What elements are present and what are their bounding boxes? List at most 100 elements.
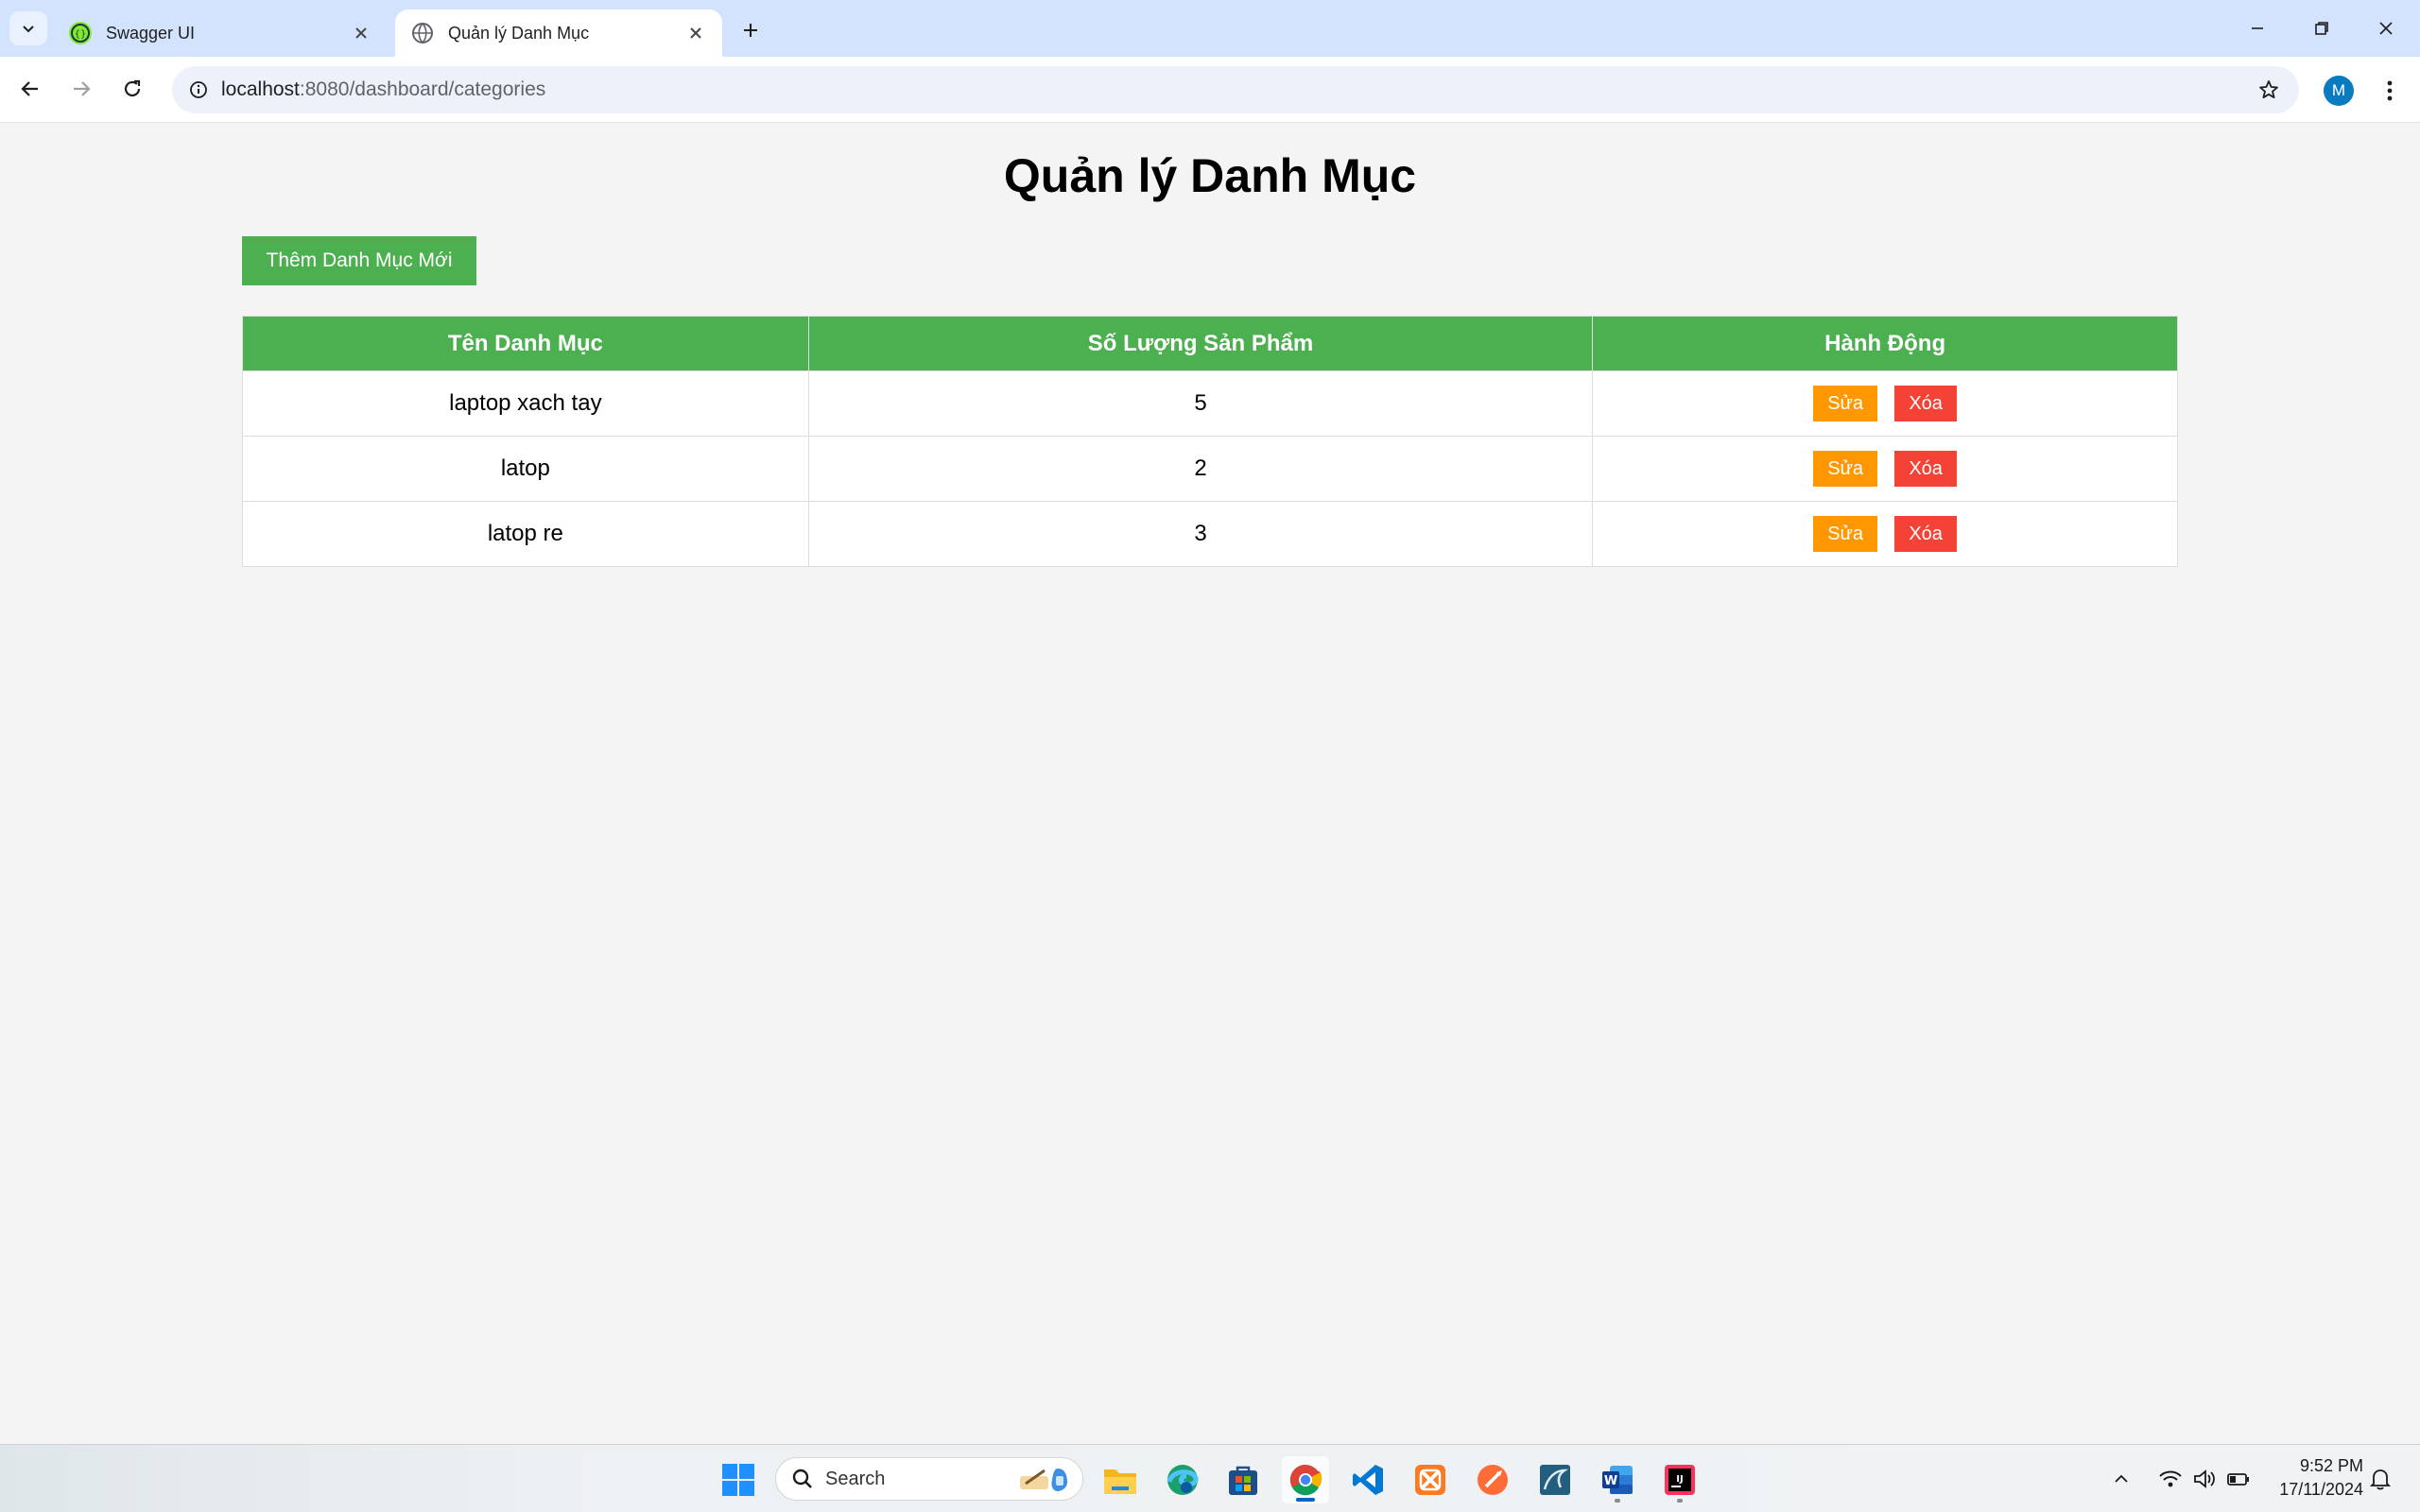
more-vertical-icon	[2387, 80, 2393, 101]
running-app-indicator	[1615, 1499, 1620, 1503]
table-row: latop 2 Sửa Xóa	[242, 436, 2178, 502]
table-row: latop re 3 Sửa Xóa	[242, 501, 2178, 567]
edge-icon	[1167, 1465, 1199, 1495]
site-info-icon[interactable]	[176, 66, 221, 113]
taskbar-postman[interactable]	[1469, 1456, 1516, 1503]
tab-search-button[interactable]	[9, 11, 47, 45]
browser-menu-button[interactable]	[2373, 72, 2407, 110]
edit-button[interactable]: Sửa	[1813, 516, 1878, 552]
store-icon	[1229, 1466, 1257, 1495]
arrow-left-icon	[21, 81, 38, 96]
clock-time: 9:52 PM	[2299, 1456, 2363, 1475]
vscode-icon	[1353, 1465, 1383, 1495]
close-icon	[2379, 22, 2393, 35]
minimize-button[interactable]	[2231, 8, 2284, 49]
taskbar-chrome[interactable]	[1282, 1456, 1329, 1503]
chevron-up-icon	[2115, 1474, 2128, 1483]
edit-button[interactable]: Sửa	[1813, 386, 1878, 421]
mysql-workbench-icon	[1540, 1465, 1570, 1495]
browser-toolbar: localhost:8080/dashboard/categories M	[0, 57, 2420, 123]
restore-icon	[2315, 22, 2328, 35]
edit-button[interactable]: Sửa	[1813, 451, 1878, 487]
close-icon[interactable]	[350, 22, 372, 44]
product-count-cell: 5	[807, 370, 1594, 437]
taskbar-search-placeholder: Search	[825, 1468, 886, 1489]
clock-date: 17/11/2024	[2279, 1480, 2363, 1499]
search-highlight-icon	[1020, 1469, 1067, 1491]
active-app-indicator	[1296, 1498, 1315, 1502]
taskbar-search-box[interactable]: Search	[775, 1457, 1083, 1501]
reload-button[interactable]	[113, 70, 151, 108]
file-explorer-icon	[1104, 1469, 1136, 1494]
taskbar-xampp[interactable]	[1407, 1456, 1454, 1503]
swagger-icon: {}	[69, 22, 92, 44]
column-header-quantity: Số Lượng Sản Phẩm	[807, 316, 1594, 371]
reload-icon	[124, 79, 141, 97]
chrome-icon	[1289, 1464, 1322, 1496]
table-header-row: Tên Danh Mục Số Lượng Sản Phẩm Hành Động	[242, 316, 2178, 371]
category-table: Tên Danh Mục Số Lượng Sản Phẩm Hành Động…	[242, 316, 2178, 567]
svg-text:W: W	[1604, 1474, 1617, 1488]
page-title: Quản lý Danh Mục	[1003, 149, 1417, 202]
arrow-right-icon	[74, 81, 91, 96]
actions-cell: Sửa Xóa	[1592, 501, 2178, 567]
show-hidden-icons-button[interactable]	[2106, 1460, 2136, 1498]
tab-swagger-ui[interactable]: {} Swagger UI	[53, 9, 388, 57]
xampp-icon	[1415, 1465, 1445, 1495]
page-content: Quản lý Danh Mục Thêm Danh Mục Mới Tên D…	[0, 124, 2420, 1443]
svg-text:{}: {}	[75, 29, 87, 40]
notifications-button[interactable]	[2363, 1460, 2397, 1498]
url-text: localhost:8080/dashboard/categories	[221, 78, 545, 101]
search-icon	[792, 1469, 812, 1488]
category-name-cell: latop re	[242, 501, 809, 567]
url-host: localhost	[221, 78, 300, 100]
address-bar[interactable]: localhost:8080/dashboard/categories	[172, 66, 2299, 113]
bookmark-star-icon[interactable]	[2254, 75, 2284, 105]
taskbar-intellij[interactable]: IJ	[1656, 1456, 1703, 1503]
postman-icon	[1478, 1465, 1508, 1495]
delete-button[interactable]: Xóa	[1894, 451, 1958, 487]
category-name-cell: laptop xach tay	[242, 370, 809, 437]
taskbar: Search W IJ 9:52 PM 17/11/2024	[0, 1444, 2420, 1512]
taskbar-edge[interactable]	[1159, 1456, 1206, 1503]
profile-avatar[interactable]: M	[2324, 76, 2354, 106]
close-icon[interactable]	[684, 22, 707, 44]
add-category-button[interactable]: Thêm Danh Mục Mới	[242, 236, 476, 285]
column-header-name: Tên Danh Mục	[242, 316, 809, 371]
forward-button[interactable]	[62, 70, 100, 108]
volume-icon	[2194, 1469, 2215, 1488]
back-button[interactable]	[11, 70, 49, 108]
intellij-icon: IJ	[1665, 1465, 1695, 1495]
chevron-down-icon	[23, 26, 34, 33]
system-tray-status[interactable]	[2152, 1460, 2257, 1498]
tab-label: Quản lý Danh Mục	[448, 23, 590, 43]
windows-start-icon	[722, 1464, 754, 1496]
taskbar-vscode[interactable]	[1344, 1456, 1392, 1503]
taskbar-mysql-workbench[interactable]	[1531, 1456, 1579, 1503]
minimize-icon	[2252, 27, 2263, 29]
start-button[interactable]	[715, 1456, 762, 1503]
close-window-button[interactable]	[2360, 8, 2412, 49]
globe-icon	[412, 23, 433, 43]
column-header-actions: Hành Động	[1592, 316, 2178, 371]
taskbar-word[interactable]: W	[1594, 1456, 1641, 1503]
product-count-cell: 2	[807, 436, 1594, 502]
taskbar-clock[interactable]: 9:52 PM 17/11/2024	[2259, 1454, 2363, 1502]
taskbar-store[interactable]	[1219, 1456, 1267, 1503]
delete-button[interactable]: Xóa	[1894, 516, 1958, 552]
actions-cell: Sửa Xóa	[1592, 370, 2178, 437]
restore-button[interactable]	[2295, 8, 2348, 49]
product-count-cell: 3	[807, 501, 1594, 567]
url-path: :8080/dashboard/categories	[299, 78, 546, 100]
delete-button[interactable]: Xóa	[1894, 386, 1958, 421]
new-tab-button[interactable]	[734, 13, 768, 47]
category-name-cell: latop	[242, 436, 809, 502]
table-row: laptop xach tay 5 Sửa Xóa	[242, 370, 2178, 437]
taskbar-file-explorer[interactable]	[1097, 1456, 1144, 1503]
tab-categories[interactable]: Quản lý Danh Mục	[395, 9, 722, 57]
svg-text:IJ: IJ	[1676, 1474, 1683, 1485]
word-icon: W	[1602, 1466, 1633, 1494]
running-app-indicator	[1677, 1499, 1683, 1503]
tab-label: Swagger UI	[106, 23, 196, 43]
browser-tabstrip: {} Swagger UI Quản lý Danh Mục	[0, 0, 2420, 57]
